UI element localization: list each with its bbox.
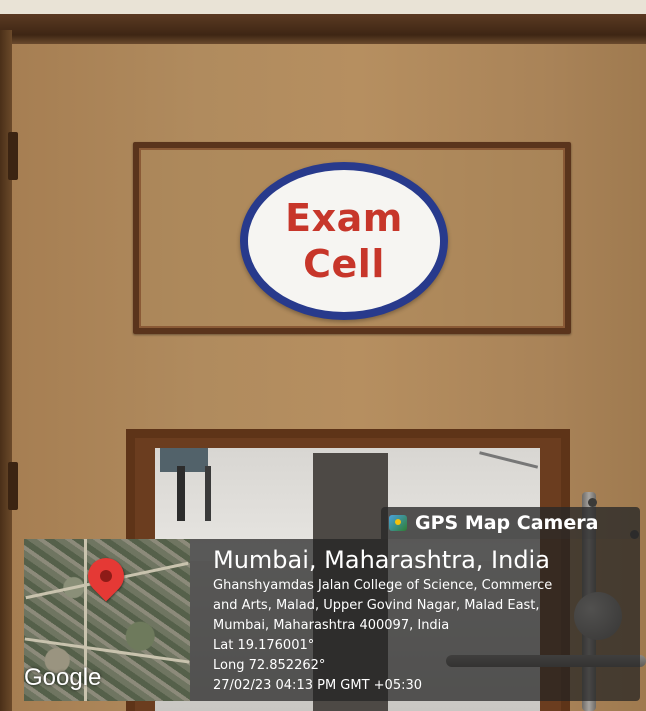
longitude: Long 72.852262° — [213, 658, 326, 673]
location-address: Ghanshyamdas Jalan College of Science, C… — [213, 576, 633, 636]
window-chair-leg — [205, 466, 211, 521]
window-chair-leg — [177, 466, 185, 521]
sign-line-1: Exam — [285, 196, 403, 240]
sign-line-2: Cell — [303, 242, 385, 286]
bolt — [588, 498, 597, 507]
gps-camera-app-icon — [389, 515, 407, 531]
timestamp: 27/02/23 04:13 PM GMT +05:30 — [213, 678, 423, 693]
address-line: Ghanshyamdas Jalan College of Science, C… — [213, 578, 553, 593]
hinge — [8, 132, 18, 180]
window-railing — [471, 451, 539, 498]
hinge — [8, 462, 18, 510]
address-line: and Arts, Malad, Upper Govind Nagar, Mal… — [213, 598, 540, 613]
door-frame-top — [0, 14, 646, 44]
latitude: Lat 19.176001° — [213, 638, 315, 653]
minimap-road — [24, 637, 190, 664]
gps-brand-tag: GPS Map Camera — [381, 507, 640, 539]
location-pin-dot — [100, 570, 112, 582]
location-title: Mumbai, Maharashtra, India — [213, 546, 550, 574]
exam-cell-sign: Exam Cell — [240, 162, 448, 320]
address-line: Mumbai, Maharashtra 400097, India — [213, 618, 450, 633]
gps-brand-label: GPS Map Camera — [415, 512, 599, 534]
google-logo: Google — [24, 664, 102, 691]
